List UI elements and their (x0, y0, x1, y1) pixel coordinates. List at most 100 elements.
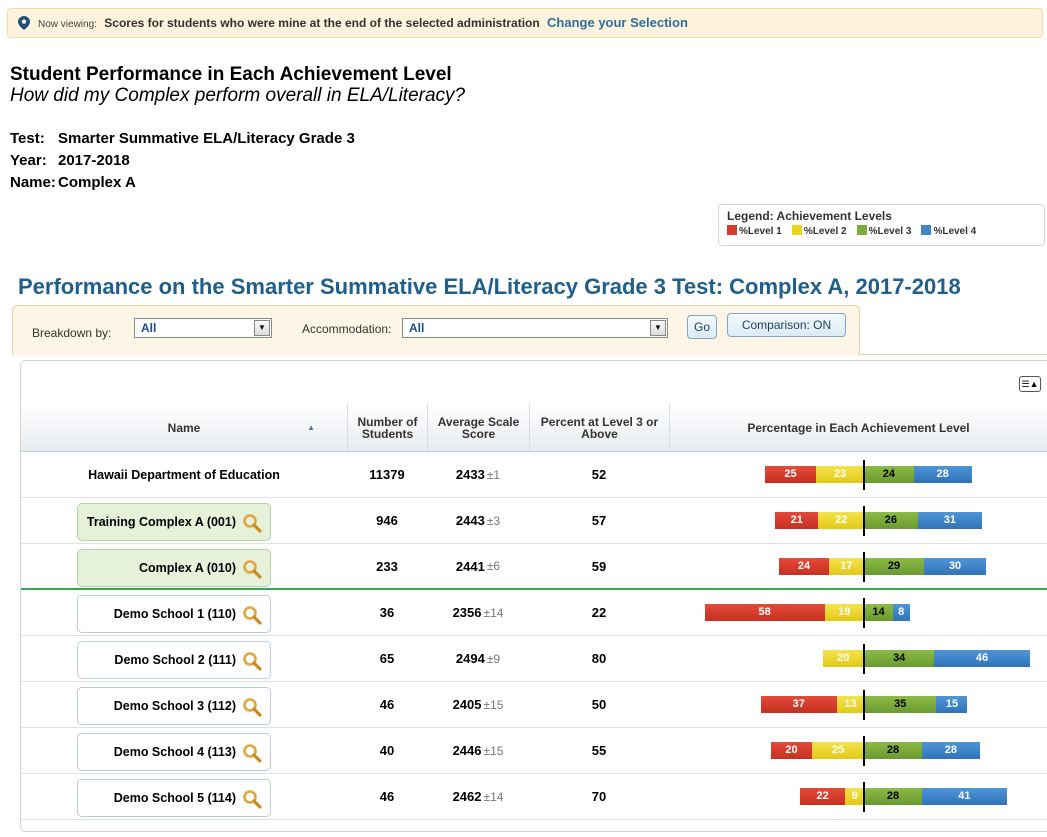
magnifier-icon[interactable] (242, 789, 262, 809)
comparison-toggle-button[interactable]: Comparison: ON (727, 313, 846, 337)
achievement-bar-level-4: 30 (924, 558, 987, 575)
table-row: Demo School 3 (112) 46 2405 ±15 50 37 13 35 15 (21, 682, 1047, 728)
table-row: Demo School 1 (110) 36 2356 ±14 22 58 19 14 8 (21, 590, 1047, 636)
achievement-bar-level-1: 37 (760, 696, 838, 713)
level3-threshold-line (863, 782, 865, 812)
magnifier-icon[interactable] (242, 513, 262, 533)
students-count: 233 (376, 558, 398, 574)
level3-threshold-line (863, 552, 865, 582)
magnifier-icon[interactable] (242, 697, 262, 717)
legend-swatch (727, 225, 737, 235)
level3-threshold-line (863, 644, 865, 674)
col-header-percent-level3[interactable]: Percent at Level 3 or Above (529, 404, 669, 452)
students-count: 11379 (369, 467, 405, 482)
avg-score-error: ±14 (483, 605, 504, 620)
achievement-bar-level-1: 24 (779, 558, 829, 575)
breakdown-label: Breakdown by: (32, 326, 112, 340)
legend-swatch (921, 225, 932, 235)
col-header-name[interactable]: Name ▲ (21, 404, 347, 452)
controls-divider (858, 354, 1047, 355)
achievement-bar-level-1: 22 (799, 788, 846, 805)
col-header-students[interactable]: Number of Students (347, 404, 427, 452)
achievement-bar-level-4: 28 (921, 742, 980, 759)
avg-score-error: ±1 (486, 467, 501, 482)
students-count: 40 (379, 743, 395, 758)
year-label: Year: (10, 152, 47, 169)
row-name: Demo School 3 (112) (113, 699, 236, 713)
avg-score-value: 2441 (455, 558, 485, 574)
magnifier-icon[interactable] (242, 605, 262, 625)
achievement-bar-level-4: 15 (936, 696, 968, 713)
level3-threshold-line (863, 736, 865, 766)
col-header-avg-scale[interactable]: Average Scale Score (427, 404, 529, 452)
achievement-bar-level-3: 28 (864, 742, 922, 759)
achievement-bar-level-3: 28 (864, 788, 922, 805)
avg-scale-score: 2405 ±15 (427, 682, 529, 727)
achievement-bar-level-1: 58 (704, 604, 825, 621)
legend-item: %Level 2 (791, 225, 847, 237)
achievement-bar-level-2: 20 (822, 650, 864, 667)
now-viewing-bar: Now viewing: Scores for students who wer… (7, 8, 1043, 38)
avg-score-error: ±14 (483, 789, 504, 804)
avg-scale-score: 2446 ±15 (427, 728, 529, 773)
change-selection-link[interactable]: Change your Selection (547, 15, 688, 30)
row-name-button[interactable]: Demo School 4 (113) (77, 733, 271, 771)
breakdown-select[interactable]: All ▼ (134, 318, 272, 338)
achievement-bar-level-2: 13 (837, 696, 864, 713)
achievement-bar-level-1: 25 (764, 466, 817, 483)
table-row: Training Complex A (001) 946 2443 ±3 57 21 22 2… (21, 498, 1047, 544)
year-value: 2017-2018 (58, 152, 130, 169)
row-name-button[interactable]: Demo School 1 (110) (77, 595, 271, 633)
table-row: Demo School 2 (111) 65 2494 ±9 80 20 34 46 (21, 636, 1047, 682)
legend-swatch (856, 225, 867, 235)
row-name-button[interactable]: Demo School 2 (111) (77, 641, 271, 679)
achievement-bar-level-1: 20 (770, 742, 813, 759)
dropdown-arrow-icon[interactable]: ▼ (254, 320, 270, 336)
page-title: Student Performance in Each Achievement … (10, 64, 452, 85)
magnifier-icon[interactable] (242, 743, 262, 763)
dropdown-arrow-icon[interactable]: ▼ (650, 320, 666, 336)
avg-score-error: ±3 (486, 513, 501, 528)
row-name: Complex A (010) (138, 561, 236, 575)
avg-scale-score: 2494 ±9 (427, 636, 529, 681)
sort-ascending-icon[interactable]: ▲ (307, 422, 315, 434)
achievement-bar-level-2: 23 (816, 466, 864, 483)
row-name-button[interactable]: Demo School 5 (114) (77, 779, 271, 817)
magnifier-icon[interactable] (242, 651, 262, 671)
achievement-bar-level-4: 31 (917, 512, 982, 529)
legend-swatch (791, 225, 802, 235)
achievement-bar-level-3: 26 (864, 512, 918, 529)
legend-label: %Level 4 (933, 226, 977, 237)
level3-threshold-line (863, 506, 865, 536)
now-viewing-description: Scores for students who were mine at the… (104, 16, 540, 30)
row-name-button[interactable]: Complex A (010) (77, 549, 271, 587)
avg-score-value: 2405 (452, 697, 482, 712)
breakdown-selected-value: All (141, 321, 157, 335)
achievement-bar-level-2: 9 (845, 788, 864, 805)
percent-level3-above: 50 (591, 697, 607, 712)
avg-score-value: 2433 (455, 467, 485, 482)
achievement-bar-level-4: 28 (913, 466, 972, 483)
row-name-button[interactable]: Training Complex A (001) (77, 503, 271, 541)
accommodation-selected-value: All (409, 321, 425, 335)
table-header: Name ▲ Number of Students Average Scale … (21, 404, 1047, 452)
column-options-icon[interactable]: ☰▲ (1019, 376, 1041, 392)
performance-title: Performance on the Smarter Summative ELA… (18, 274, 961, 299)
go-button[interactable]: Go (687, 315, 717, 339)
legend-item: %Level 3 (856, 225, 911, 237)
percent-level3-above: 52 (591, 467, 607, 482)
legend-item: %Level 4 (921, 225, 976, 237)
percent-level3-above: 80 (591, 651, 607, 666)
achievement-bar-level-4: 46 (934, 650, 1030, 667)
magnifier-icon[interactable] (242, 559, 262, 579)
accommodation-select[interactable]: All ▼ (402, 318, 668, 338)
avg-scale-score: 2462 ±14 (427, 774, 529, 819)
table-row: Hawaii Department of Education 11379 2433 ±… (21, 452, 1047, 498)
students-count: 65 (379, 651, 395, 666)
students-count: 46 (379, 697, 395, 712)
legend-box: Legend: Achievement Levels %Level 1 %Leve… (718, 204, 1045, 246)
row-name-button[interactable]: Demo School 3 (112) (77, 687, 271, 725)
row-name: Demo School 5 (114) (113, 791, 236, 805)
avg-scale-score: 2356 ±14 (427, 590, 529, 635)
avg-score-error: ±9 (486, 651, 501, 666)
